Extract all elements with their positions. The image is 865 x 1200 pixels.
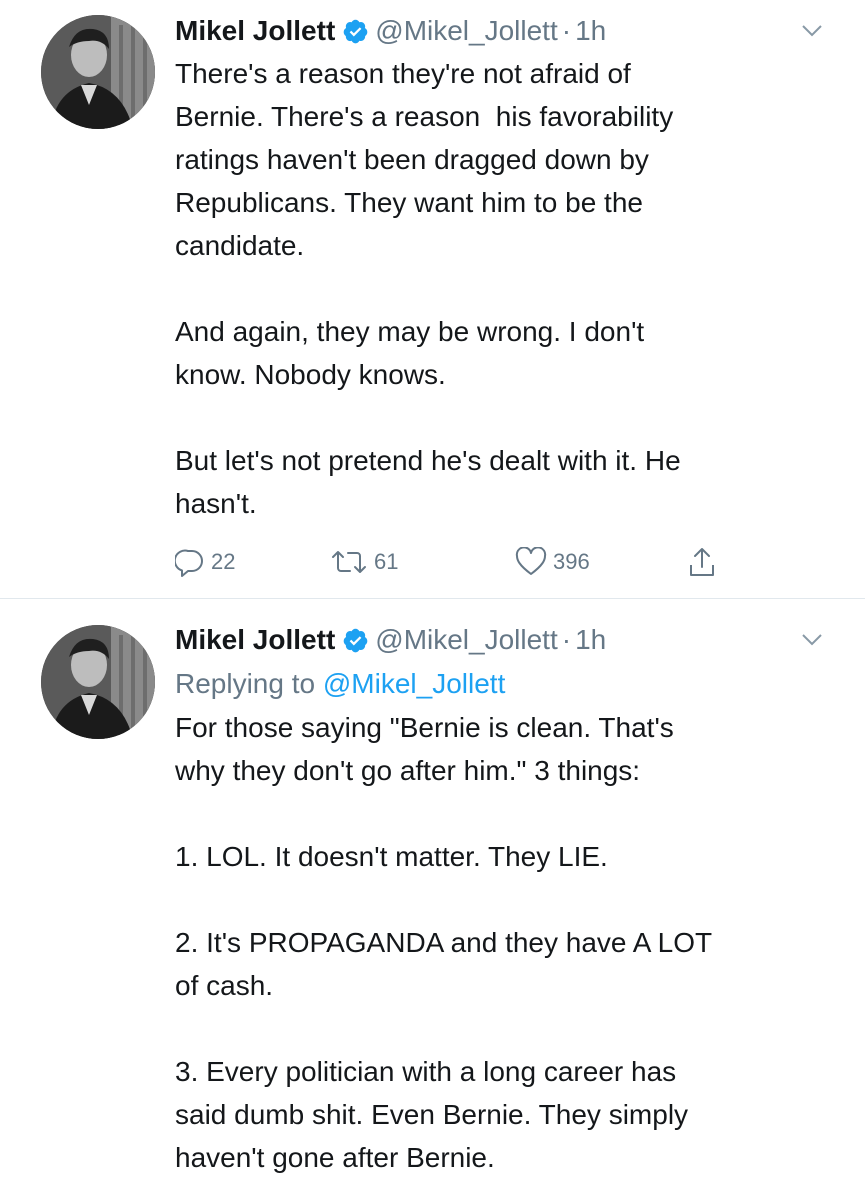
reply-count: 22 <box>211 549 236 574</box>
tweet-timestamp[interactable]: 1h <box>575 12 606 50</box>
tweet[interactable]: Mikel Jollett @Mikel_Jollett · 1h Replyi… <box>0 599 865 1200</box>
author-name[interactable]: Mikel Jollett <box>175 12 335 50</box>
author-handle[interactable]: @Mikel_Jollett <box>375 12 557 50</box>
separator-dot: · <box>561 624 572 655</box>
tweet-content: Mikel Jollett @Mikel_Jollett · 1h Replyi… <box>175 621 845 1179</box>
retweet-count: 61 <box>374 549 399 574</box>
tweet-text: For those saying "Bernie is clean. That'… <box>175 712 713 1173</box>
avatar[interactable] <box>41 625 155 739</box>
replying-to: Replying to @Mikel_Jollett <box>175 662 845 705</box>
separator-dot: · <box>561 15 572 46</box>
tweet-header: Mikel Jollett @Mikel_Jollett · 1h <box>175 621 845 659</box>
heart-icon <box>515 547 547 575</box>
chevron-down-icon[interactable] <box>801 24 823 38</box>
tweet-actions: 22 61 396 <box>175 542 735 582</box>
reply-button[interactable]: 22 <box>175 542 235 582</box>
reply-icon <box>175 549 203 577</box>
like-count: 396 <box>553 549 590 574</box>
tweet-content: Mikel Jollett @Mikel_Jollett · 1h There'… <box>175 12 845 525</box>
chevron-down-icon[interactable] <box>801 633 823 647</box>
avatar[interactable] <box>41 15 155 129</box>
share-button[interactable] <box>687 542 717 582</box>
author-name[interactable]: Mikel Jollett <box>175 621 335 659</box>
retweet-button[interactable]: 61 <box>330 542 398 582</box>
tweet-header: Mikel Jollett @Mikel_Jollett · 1h <box>175 12 845 50</box>
author-handle[interactable]: @Mikel_Jollett <box>375 621 557 659</box>
tweet-text: There's a reason they're not afraid of B… <box>175 58 681 519</box>
replying-to-mention[interactable]: @Mikel_Jollett <box>323 668 505 699</box>
replying-prefix: Replying to <box>175 668 316 699</box>
retweet-icon <box>332 551 366 573</box>
share-icon <box>690 548 714 576</box>
tweet[interactable]: Mikel Jollett @Mikel_Jollett · 1h There'… <box>0 0 865 599</box>
verified-badge-icon <box>342 627 369 654</box>
tweet-timestamp[interactable]: 1h <box>575 621 606 659</box>
avatar-image <box>41 15 155 129</box>
verified-badge-icon <box>342 18 369 45</box>
like-button[interactable]: 396 <box>515 542 590 582</box>
avatar-image <box>41 625 155 739</box>
